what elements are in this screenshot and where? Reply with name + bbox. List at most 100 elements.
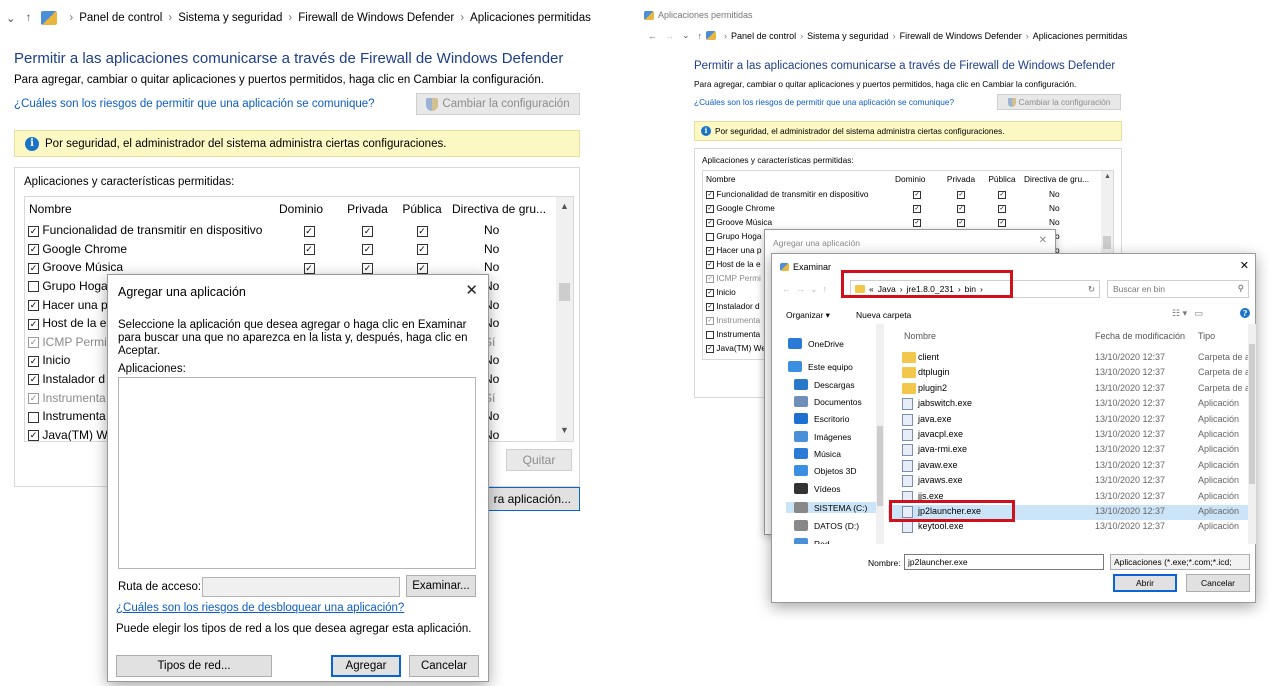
breadcrumb-firewall[interactable]: Firewall de Windows Defender	[298, 12, 454, 24]
table-row[interactable]: ✓ Google Chrome ✓ ✓ ✓ No	[25, 240, 552, 259]
breadcrumb-control-panel[interactable]: Panel de control	[731, 31, 796, 41]
sidebar-item[interactable]: OneDrive	[788, 338, 844, 349]
refresh-icon[interactable]: ↻	[1088, 284, 1095, 295]
col-private[interactable]: Privada	[339, 197, 396, 221]
breadcrumb-allowed-apps[interactable]: Aplicaciones permitidas	[1033, 31, 1128, 41]
chevron-right-icon: ›	[892, 30, 896, 41]
info-icon: i	[25, 136, 39, 151]
row-name[interactable]: ✓ Groove Música	[703, 215, 895, 229]
sidebar-item[interactable]: Música	[794, 448, 841, 459]
file-row[interactable]: plugin2 13/10/2020 12:37 Carpeta de a	[888, 382, 1256, 397]
file-row[interactable]: javacpl.exe 13/10/2020 12:37 Aplicación	[888, 428, 1256, 443]
network-icon	[794, 538, 808, 544]
breadcrumb-firewall[interactable]: Firewall de Windows Defender	[900, 31, 1022, 41]
row-name[interactable]: ✓ Funcionalidad de transmitir en disposi…	[25, 221, 279, 240]
row-name[interactable]: ✓ Funcionalidad de transmitir en disposi…	[703, 187, 895, 201]
list-scrollbar[interactable]: ▲ ▼	[556, 197, 573, 441]
sidebar-item[interactable]: Documentos	[794, 396, 862, 407]
breadcrumb-system-security[interactable]: Sistema y seguridad	[807, 31, 889, 41]
col-file-date[interactable]: Fecha de modificación	[1095, 331, 1185, 341]
sidebar-item[interactable]: Objetos 3D	[794, 465, 857, 476]
filename-input[interactable]: jp2launcher.exe	[904, 554, 1104, 570]
sidebar-item[interactable]: SISTEMA (C:)	[786, 502, 876, 513]
col-private[interactable]: Privada	[939, 171, 983, 187]
back-arrow-icon[interactable]: ←	[648, 31, 657, 41]
sidebar-item[interactable]: Imágenes	[794, 431, 851, 442]
up-arrow-icon[interactable]: ↑	[698, 31, 703, 41]
col-file-type[interactable]: Tipo	[1198, 331, 1215, 341]
sidebar-item[interactable]: Este equipo	[788, 361, 853, 372]
table-row[interactable]: ✓ Funcionalidad de transmitir en disposi…	[25, 221, 552, 240]
sidebar-item[interactable]: Red	[794, 538, 830, 544]
close-icon[interactable]: ✕	[1039, 235, 1047, 246]
row-private-checkbox: ✓	[957, 218, 965, 227]
up-arrow-icon[interactable]: ↑	[26, 12, 32, 24]
row-name[interactable]: ✓ Google Chrome	[25, 240, 279, 259]
change-settings-label: Cambiar la configuración	[442, 98, 570, 110]
add-button[interactable]: Agregar	[331, 655, 401, 677]
close-icon[interactable]: ✕	[1240, 259, 1249, 272]
col-name[interactable]: Nombre	[25, 197, 279, 221]
network-types-button[interactable]: Tipos de red...	[116, 655, 272, 677]
browse-button[interactable]: Examinar...	[406, 575, 476, 597]
cancel-button[interactable]: Cancelar	[1186, 574, 1250, 592]
sidebar-item[interactable]: Vídeos	[794, 483, 840, 494]
row-name[interactable]: ✓ Google Chrome	[703, 201, 895, 215]
col-name[interactable]: Nombre	[703, 171, 895, 187]
file-list-scrollbar[interactable]	[1248, 324, 1256, 544]
breadcrumb-control-panel[interactable]: Panel de control	[79, 12, 162, 24]
sidebar-item[interactable]: DATOS (D:)	[794, 520, 859, 531]
recent-locations-icon[interactable]: ⌄	[682, 30, 690, 41]
filter-select[interactable]: Aplicaciones (*.exe;*.com;*.icd;	[1110, 554, 1250, 570]
table-row[interactable]: ✓ Funcionalidad de transmitir en disposi…	[703, 187, 1104, 201]
recent-locations-icon[interactable]: ⌄	[6, 11, 16, 25]
risk-link[interactable]: ¿Cuáles son los riesgos de permitir que …	[14, 98, 375, 110]
breadcrumb-allowed-apps[interactable]: Aplicaciones permitidas	[470, 12, 591, 24]
close-icon[interactable]: ✕	[465, 281, 478, 299]
help-icon[interactable]: ?	[1240, 308, 1250, 318]
scroll-up-icon[interactable]: ▲	[1104, 173, 1111, 180]
sidebar-item[interactable]: Descargas	[794, 379, 855, 390]
file-row[interactable]: javaws.exe 13/10/2020 12:37 Aplicación	[888, 474, 1256, 489]
open-button[interactable]: Abrir	[1113, 574, 1177, 592]
table-row[interactable]: ✓ Groove Música ✓ ✓ ✓ No	[703, 215, 1104, 229]
application-icon	[902, 521, 913, 534]
col-domain[interactable]: Dominio	[279, 197, 339, 221]
file-row[interactable]: java-rmi.exe 13/10/2020 12:37 Aplicación	[888, 443, 1256, 458]
search-box[interactable]: Buscar en bin ⚲	[1107, 280, 1249, 298]
unblock-risk-link[interactable]: ¿Cuáles son los riesgos de desbloquear u…	[116, 602, 404, 614]
file-row[interactable]: javaw.exe 13/10/2020 12:37 Aplicación	[888, 459, 1256, 474]
info-text: Por seguridad, el administrador del sist…	[45, 137, 447, 150]
allow-another-app-button[interactable]: ra aplicación...	[480, 487, 580, 511]
file-row[interactable]: client 13/10/2020 12:37 Carpeta de a	[888, 351, 1256, 366]
new-folder-button[interactable]: Nueva carpeta	[856, 310, 911, 320]
path-input[interactable]	[202, 577, 400, 597]
sidebar-item[interactable]: Escritorio	[794, 413, 849, 424]
scroll-up-icon[interactable]: ▲	[560, 201, 569, 211]
scroll-down-icon[interactable]: ▼	[560, 425, 569, 435]
apps-listbox[interactable]	[118, 377, 476, 569]
col-policy[interactable]: Directiva de gru...	[448, 197, 552, 221]
table-row[interactable]: ✓ Google Chrome ✓ ✓ ✓ No	[703, 201, 1104, 215]
organize-menu[interactable]: Organizar ▾	[786, 310, 830, 321]
col-public[interactable]: Pública	[396, 197, 448, 221]
file-row[interactable]: dtplugin 13/10/2020 12:37 Carpeta de a	[888, 366, 1256, 381]
breadcrumb-system-security[interactable]: Sistema y seguridad	[178, 12, 282, 24]
col-public[interactable]: Pública	[983, 171, 1021, 187]
col-file-name[interactable]: Nombre	[904, 331, 936, 341]
cancel-button[interactable]: Cancelar	[409, 655, 479, 677]
col-policy[interactable]: Directiva de gru...	[1021, 171, 1104, 187]
scroll-thumb[interactable]	[559, 283, 570, 301]
scroll-thumb[interactable]	[1249, 344, 1255, 484]
file-highlight	[889, 500, 1015, 522]
nav-pane-scrollbar[interactable]	[876, 324, 884, 544]
col-domain[interactable]: Dominio	[895, 171, 939, 187]
forward-arrow-icon[interactable]: →	[665, 31, 674, 41]
file-row[interactable]: jabswitch.exe 13/10/2020 12:37 Aplicación	[888, 397, 1256, 412]
view-options-icon[interactable]: ☷ ▾ ▭	[1172, 308, 1203, 319]
file-row[interactable]: keytool.exe 13/10/2020 12:37 Aplicación	[888, 520, 1256, 535]
scroll-thumb[interactable]	[877, 426, 883, 506]
risk-link[interactable]: ¿Cuáles son los riesgos de permitir que …	[694, 97, 954, 107]
file-row[interactable]: java.exe 13/10/2020 12:37 Aplicación	[888, 413, 1256, 428]
scroll-thumb[interactable]	[1103, 236, 1111, 249]
